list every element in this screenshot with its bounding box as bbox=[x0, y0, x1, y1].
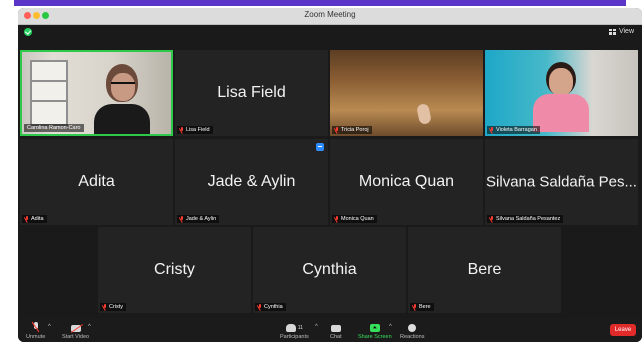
muted-mic-icon bbox=[103, 304, 107, 310]
grid-view-icon bbox=[608, 28, 616, 35]
participant-tile-silvana[interactable]: Silvana Saldaña Pes... Silvana Saldaña P… bbox=[485, 139, 638, 225]
zoom-window: Zoom Meeting View Carolina Ramon-Caro Li… bbox=[18, 8, 642, 342]
share-screen-button[interactable]: Share Screen bbox=[358, 324, 392, 340]
participant-display-name: Lisa Field bbox=[217, 84, 286, 101]
meeting-toolbar: Unmute ^ Start Video ^ 11 Participants ^… bbox=[18, 318, 642, 342]
muted-mic-icon bbox=[335, 127, 339, 133]
video-camera-off-icon bbox=[70, 324, 83, 333]
reactions-button[interactable]: Reactions bbox=[400, 324, 424, 340]
muted-mic-icon bbox=[490, 127, 494, 133]
microphone-muted-icon bbox=[31, 321, 40, 333]
participant-label-violeta: Violeta Barragan bbox=[487, 126, 540, 134]
background-shelf bbox=[30, 60, 68, 126]
participant-tile-carolina[interactable]: Carolina Ramon-Caro bbox=[20, 50, 173, 136]
participant-display-name: Monica Quan bbox=[358, 173, 455, 190]
participant-tile-monica[interactable]: Monica Quan Monica Quan bbox=[330, 139, 483, 225]
participant-tile-lisa[interactable]: Lisa Field Lisa Field bbox=[175, 50, 328, 136]
view-button[interactable]: View bbox=[608, 28, 634, 35]
start-video-button[interactable]: Start Video bbox=[62, 324, 90, 340]
participant-video-person-carolina bbox=[94, 64, 150, 134]
participant-display-name: Adita bbox=[78, 173, 115, 190]
unmute-label: Unmute bbox=[26, 334, 46, 340]
participants-label: Participants bbox=[280, 334, 309, 340]
reactions-smiley-icon bbox=[408, 324, 417, 332]
muted-mic-icon bbox=[180, 127, 184, 133]
muted-mic-icon bbox=[180, 216, 184, 222]
os-accent-strip bbox=[14, 0, 626, 6]
chat-bubble-icon bbox=[330, 325, 341, 332]
start-video-label: Start Video bbox=[62, 334, 90, 340]
participant-label-tricia: Tricia Poroj bbox=[332, 126, 372, 134]
screen-share-badge-icon bbox=[316, 143, 324, 151]
participant-display-name: Cristy bbox=[154, 261, 195, 278]
share-options-chevron-up-icon[interactable]: ^ bbox=[389, 324, 642, 330]
chat-button[interactable]: Chat bbox=[330, 325, 342, 340]
participant-tile-adita[interactable]: Adita Adita bbox=[20, 139, 173, 225]
share-screen-label: Share Screen bbox=[358, 334, 392, 340]
video-feed-tricia bbox=[330, 50, 483, 136]
participant-display-name: Bere bbox=[467, 261, 502, 278]
participant-tile-cristy[interactable]: Cristy Cristy bbox=[98, 227, 251, 313]
chat-label: Chat bbox=[330, 334, 342, 340]
participant-tile-tricia[interactable]: Tricia Poroj bbox=[330, 50, 483, 136]
window-title: Zoom Meeting bbox=[304, 10, 356, 19]
participant-label-cristy: Cristy bbox=[100, 303, 127, 311]
participant-label-bere: Bere bbox=[410, 303, 434, 311]
muted-mic-icon bbox=[490, 216, 494, 222]
participants-icon bbox=[285, 324, 296, 332]
participant-label-adita: Adita bbox=[22, 215, 47, 223]
participant-display-name: Cynthia bbox=[302, 261, 357, 278]
participant-label-lisa: Lisa Field bbox=[177, 126, 213, 134]
participant-video-person-violeta bbox=[533, 58, 589, 132]
muted-mic-icon bbox=[258, 304, 262, 310]
participant-tile-bere[interactable]: Bere Bere bbox=[408, 227, 561, 313]
participant-tile-cynthia[interactable]: Cynthia Cynthia bbox=[253, 227, 406, 313]
muted-mic-icon bbox=[413, 304, 417, 310]
muted-mic-icon bbox=[25, 216, 29, 222]
participant-label-carolina: Carolina Ramon-Caro bbox=[24, 124, 84, 132]
muted-mic-icon bbox=[335, 216, 339, 222]
unmute-button[interactable]: Unmute bbox=[26, 321, 46, 340]
leave-button[interactable]: Leave bbox=[610, 324, 636, 336]
view-label: View bbox=[618, 28, 634, 35]
participant-label-jade: Jade & Aylin bbox=[177, 215, 220, 223]
participant-display-name: Jade & Aylin bbox=[207, 173, 296, 190]
leave-label: Leave bbox=[614, 327, 632, 333]
title-bar: Zoom Meeting bbox=[18, 8, 642, 25]
participant-tile-violeta[interactable]: Violeta Barragan bbox=[485, 50, 638, 136]
reactions-label: Reactions bbox=[400, 334, 425, 340]
participant-label-monica: Monica Quan bbox=[332, 215, 377, 223]
participants-icon-group: 11 bbox=[285, 324, 303, 332]
participant-tile-jade[interactable]: Jade & Aylin Jade & Aylin bbox=[175, 139, 328, 225]
participants-button[interactable]: 11 Participants bbox=[280, 324, 309, 340]
security-shield-icon[interactable] bbox=[24, 28, 32, 36]
share-screen-icon bbox=[369, 324, 380, 332]
participant-display-name: Silvana Saldaña Pes... bbox=[486, 173, 637, 191]
participant-label-silvana: Silvana Saldaña Pesantez bbox=[487, 215, 564, 223]
participants-count: 11 bbox=[297, 325, 303, 331]
participant-label-cynthia: Cynthia bbox=[255, 303, 286, 311]
